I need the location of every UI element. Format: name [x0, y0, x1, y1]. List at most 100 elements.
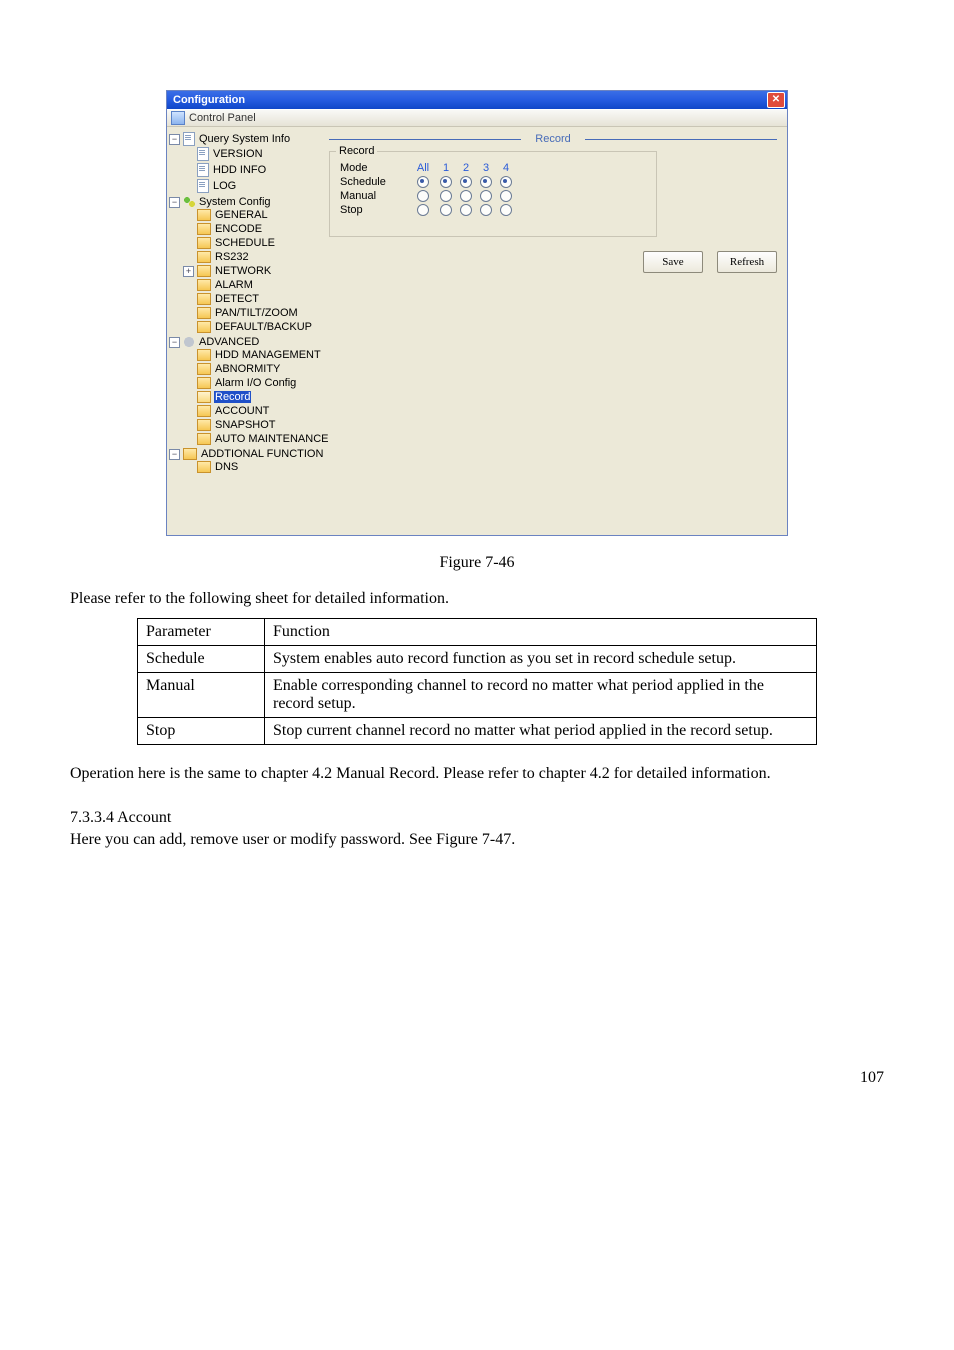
tree-abnormity[interactable]: ABNORMITY [183, 363, 319, 375]
tree-dns[interactable]: DNS [183, 461, 319, 473]
expand-icon[interactable]: + [183, 266, 194, 277]
intro-line: Please refer to the following sheet for … [70, 590, 884, 608]
tree-network[interactable]: +NETWORK [183, 265, 319, 277]
radio-manual-1[interactable] [440, 190, 452, 202]
collapse-icon[interactable]: − [169, 449, 180, 460]
tree-account[interactable]: ACCOUNT [183, 405, 319, 417]
col-all: All [410, 162, 436, 174]
tree-alarm[interactable]: ALARM [183, 279, 319, 291]
tree-version[interactable]: VERSION [183, 147, 319, 161]
col-2: 2 [456, 162, 476, 174]
section-title: Record [521, 133, 584, 145]
tree-additional-function[interactable]: − ADDTIONAL FUNCTION [169, 448, 319, 460]
table-row: Manual Enable corresponding channel to r… [138, 673, 817, 718]
folder-icon [197, 419, 211, 431]
radio-schedule-4[interactable] [500, 176, 512, 188]
folder-icon [197, 321, 211, 333]
tree-encode[interactable]: ENCODE [183, 223, 319, 235]
th-parameter: Parameter [138, 619, 265, 646]
param-table: Parameter Function Schedule System enabl… [137, 618, 817, 745]
save-button[interactable]: Save [643, 251, 703, 273]
page-icon [197, 179, 209, 193]
row-schedule-label: Schedule [340, 176, 410, 188]
radio-schedule-1[interactable] [440, 176, 452, 188]
tree-query-system-info[interactable]: − Query System Info [169, 132, 319, 146]
tree-ptz[interactable]: PAN/TILT/ZOOM [183, 307, 319, 319]
col-4: 4 [496, 162, 516, 174]
folder-icon [197, 209, 211, 221]
collapse-icon[interactable]: − [169, 134, 180, 145]
th-function: Function [265, 619, 817, 646]
tree-snapshot[interactable]: SNAPSHOT [183, 419, 319, 431]
folder-icon [197, 265, 211, 277]
tree-hdd-management[interactable]: HDD MANAGEMENT [183, 349, 319, 361]
content-pane: Record Record Mode All 1 2 3 4 Schedule [321, 127, 787, 535]
control-panel-row[interactable]: Control Panel [167, 109, 787, 127]
tree-auto-maintenance[interactable]: AUTO MAINTENANCE [183, 433, 319, 445]
folder-icon [197, 307, 211, 319]
tree-system-config[interactable]: − System Config [169, 196, 319, 208]
cell-func: Enable corresponding channel to record n… [265, 673, 817, 718]
gear-icon [183, 336, 195, 348]
tree-advanced[interactable]: − ADVANCED [169, 336, 319, 348]
radio-schedule-3[interactable] [480, 176, 492, 188]
page-icon [183, 132, 195, 146]
radio-stop-1[interactable] [440, 204, 452, 216]
table-row: Stop Stop current channel record no matt… [138, 718, 817, 745]
page-icon [197, 163, 209, 177]
tree-schedule[interactable]: SCHEDULE [183, 237, 319, 249]
nav-tree: − Query System Info VERSION HDD INFO LOG… [167, 127, 321, 535]
tree-general[interactable]: GENERAL [183, 209, 319, 221]
control-panel-label: Control Panel [189, 112, 256, 124]
titlebar[interactable]: Configuration ✕ [167, 91, 787, 109]
tree-alarm-io[interactable]: Alarm I/O Config [183, 377, 319, 389]
row-stop-label: Stop [340, 204, 410, 216]
radio-stop-all[interactable] [417, 204, 429, 216]
radio-schedule-all[interactable] [417, 176, 429, 188]
operation-note: Operation here is the same to chapter 4.… [70, 765, 884, 783]
config-window: Configuration ✕ Control Panel − Query Sy… [166, 90, 788, 536]
group-legend: Record [336, 145, 377, 157]
mode-label: Mode [340, 162, 410, 174]
tools-icon [183, 196, 195, 208]
folder-icon [197, 279, 211, 291]
tree-log[interactable]: LOG [183, 179, 319, 193]
folder-icon [197, 377, 211, 389]
radio-schedule-2[interactable] [460, 176, 472, 188]
folder-icon [197, 293, 211, 305]
cell-param: Stop [138, 718, 265, 745]
section-heading: 7.3.3.4 Account [70, 809, 884, 827]
folder-icon [197, 363, 211, 375]
tree-record[interactable]: Record [183, 391, 319, 403]
radio-manual-4[interactable] [500, 190, 512, 202]
close-icon[interactable]: ✕ [767, 92, 785, 108]
cell-func: System enables auto record function as y… [265, 646, 817, 673]
collapse-icon[interactable]: − [169, 337, 180, 348]
radio-stop-2[interactable] [460, 204, 472, 216]
section-header: Record [329, 133, 777, 145]
radio-manual-all[interactable] [417, 190, 429, 202]
row-manual-label: Manual [340, 190, 410, 202]
folder-icon [183, 448, 197, 460]
col-3: 3 [476, 162, 496, 174]
figure-caption: Figure 7-46 [70, 554, 884, 572]
folder-open-icon [197, 391, 211, 403]
col-1: 1 [436, 162, 456, 174]
radio-manual-2[interactable] [460, 190, 472, 202]
tree-hdd-info[interactable]: HDD INFO [183, 163, 319, 177]
radio-stop-4[interactable] [500, 204, 512, 216]
tree-rs232[interactable]: RS232 [183, 251, 319, 263]
refresh-button[interactable]: Refresh [717, 251, 777, 273]
page-number: 107 [70, 1069, 884, 1087]
panel-icon [171, 111, 185, 125]
cell-param: Manual [138, 673, 265, 718]
collapse-icon[interactable]: − [169, 197, 180, 208]
folder-icon [197, 223, 211, 235]
tree-detect[interactable]: DETECT [183, 293, 319, 305]
radio-manual-3[interactable] [480, 190, 492, 202]
tree-default-backup[interactable]: DEFAULT/BACKUP [183, 321, 319, 333]
radio-stop-3[interactable] [480, 204, 492, 216]
folder-icon [197, 461, 211, 473]
folder-icon [197, 349, 211, 361]
page-icon [197, 147, 209, 161]
